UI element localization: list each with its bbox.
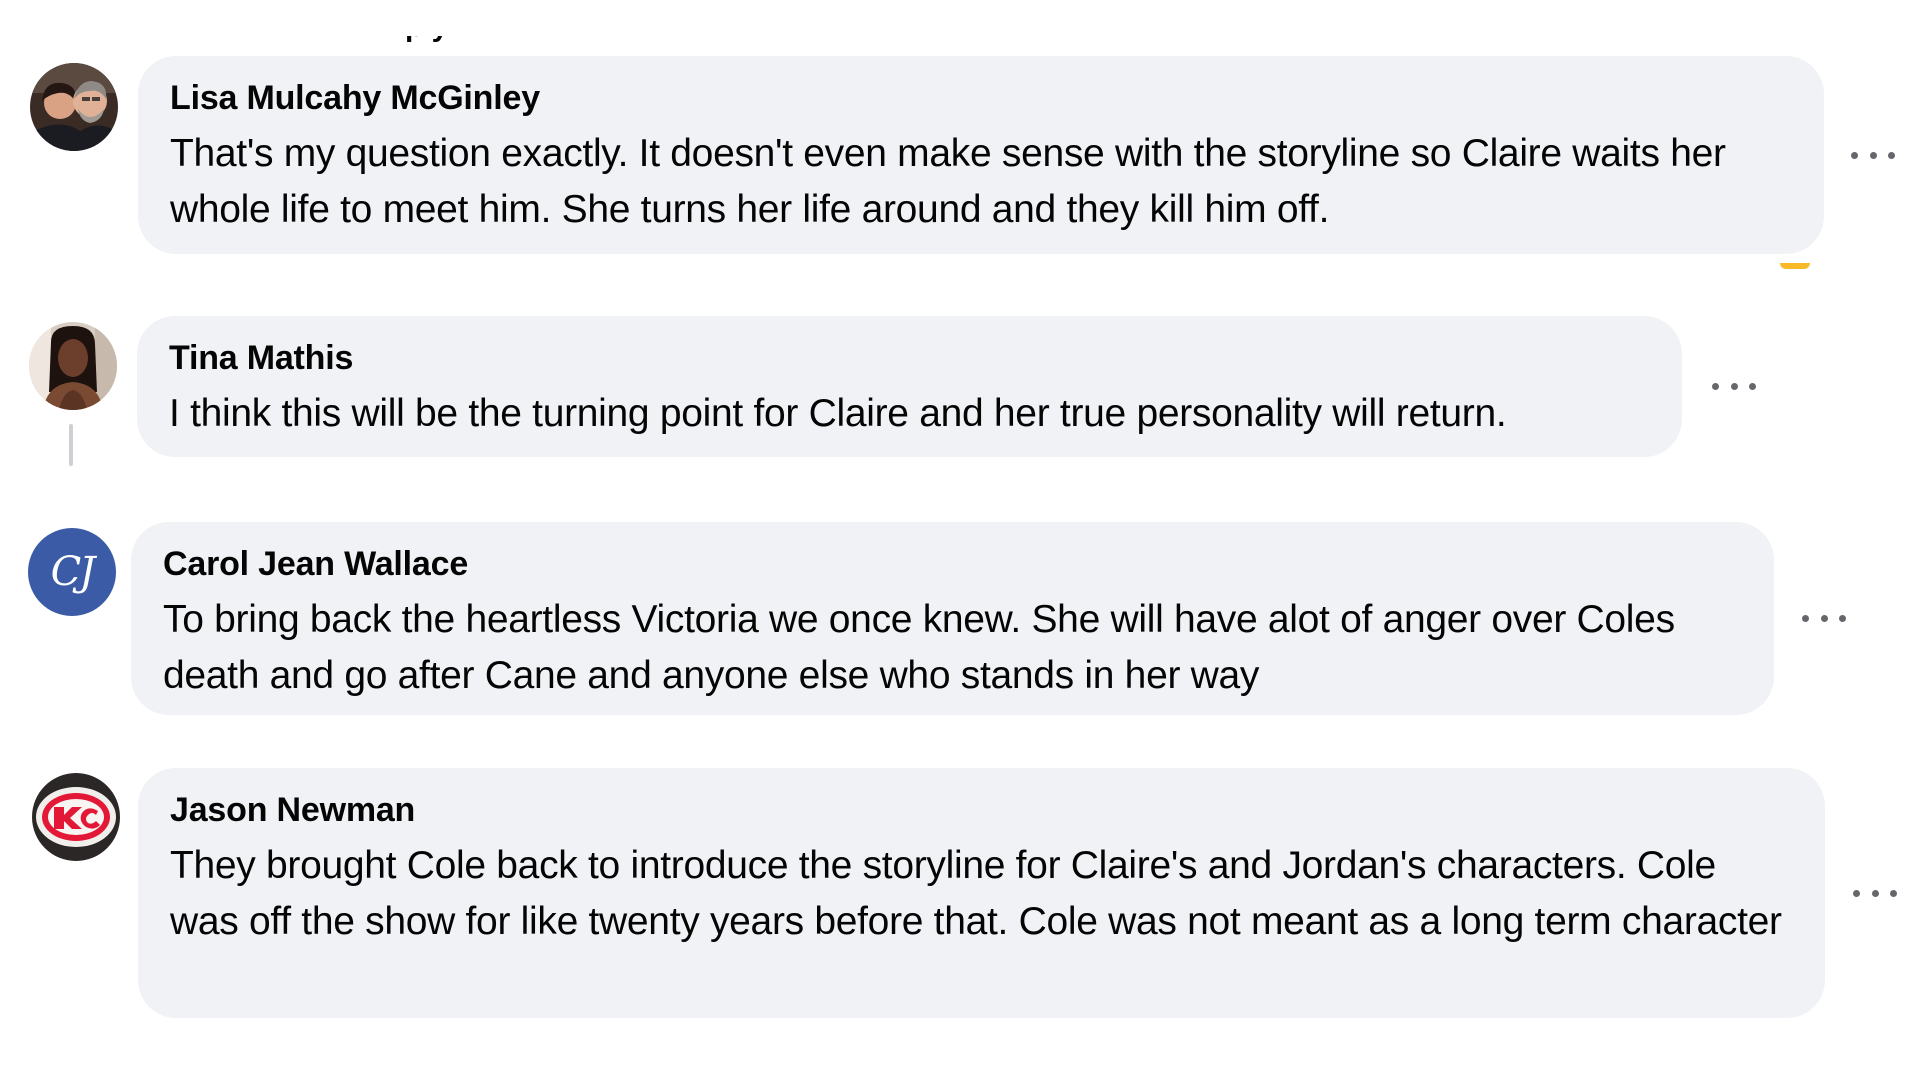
comment-bubble: Lisa Mulcahy McGinley That's my question…: [138, 56, 1824, 254]
profile-photo-icon: [30, 63, 118, 151]
comment-bubble: Tina Mathis I think this will be the tur…: [137, 316, 1682, 457]
clipped-text-top: p y: [405, 36, 465, 42]
more-options-icon[interactable]: [1802, 608, 1846, 628]
avatar-lisa-mulcahy-mcginley[interactable]: [30, 63, 118, 151]
comments-thread: p y Lisa Mulcahy McGinley That's my ques…: [0, 0, 1920, 1080]
team-logo-icon: [32, 773, 120, 861]
more-options-icon[interactable]: [1712, 376, 1756, 396]
comment-author[interactable]: Carol Jean Wallace: [163, 544, 1742, 584]
more-options-icon[interactable]: [1851, 145, 1895, 165]
avatar-carol-jean-wallace[interactable]: CJ: [28, 528, 116, 616]
comment-bubble: Jason Newman They brought Cole back to i…: [138, 768, 1825, 1018]
clipped-text-middle: [168, 724, 508, 730]
reaction-badge[interactable]: [1780, 263, 1810, 269]
more-options-icon[interactable]: [1853, 883, 1897, 903]
comment-author[interactable]: Jason Newman: [170, 790, 1793, 830]
avatar-jason-newman[interactable]: [32, 773, 120, 861]
comment-author[interactable]: Tina Mathis: [169, 338, 1650, 378]
comment-author[interactable]: Lisa Mulcahy McGinley: [170, 78, 1792, 118]
comment-text: They brought Cole back to introduce the …: [170, 844, 1782, 943]
comment-bubble: Carol Jean Wallace To bring back the hea…: [131, 522, 1774, 715]
avatar-initials: CJ: [50, 549, 96, 595]
comment-text: That's my question exactly. It doesn't e…: [170, 132, 1726, 231]
avatar-tina-mathis[interactable]: [29, 322, 117, 410]
thread-line: [69, 424, 73, 466]
comment-text: I think this will be the turning point f…: [169, 392, 1507, 435]
profile-photo-icon: [29, 322, 117, 410]
comment-text: To bring back the heartless Victoria we …: [163, 598, 1675, 697]
